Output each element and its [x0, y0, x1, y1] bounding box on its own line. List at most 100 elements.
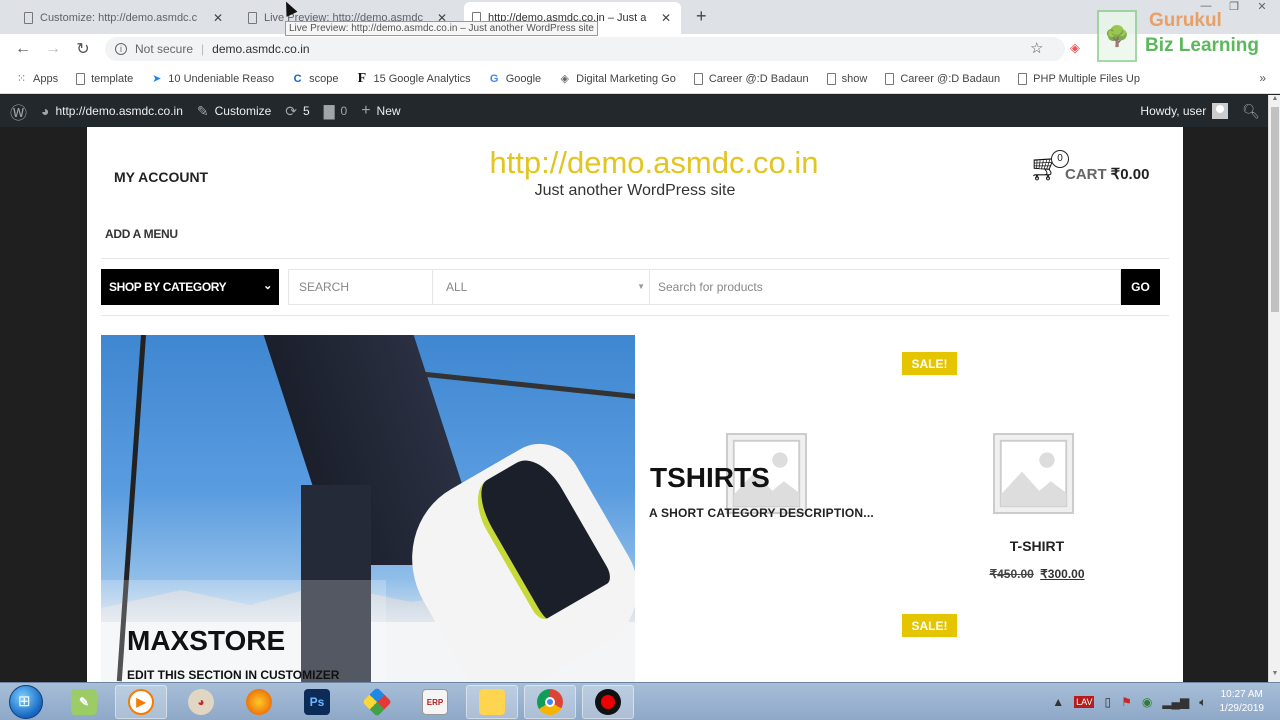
sale-badge: SALE!	[902, 352, 957, 375]
comments-count: 0	[340, 104, 348, 118]
bookmark-label: Career @:D Badaun	[708, 72, 809, 85]
howdy-user-link[interactable]: Howdy, user	[1140, 104, 1206, 118]
address-bar[interactable]: i Not secure | demo.asmdc.co.in	[105, 37, 1065, 61]
watermark: 🌳 Gurukul Biz Learning	[1097, 10, 1259, 62]
bookmarks-bar: ⁙ Apps template ➤ 10 Undeniable Reaso Csco…	[0, 64, 1280, 94]
bookmark-career-1[interactable]: Career @:D Badaun	[693, 72, 809, 85]
taskbar-app-launcher[interactable]	[351, 685, 403, 719]
photoshop-icon: Ps	[304, 689, 330, 715]
url-text[interactable]: demo.asmdc.co.in	[212, 42, 309, 56]
updates-link[interactable]: ⟳ 5	[278, 103, 316, 120]
scrollbar-thumb[interactable]	[1271, 107, 1279, 312]
customize-link[interactable]: ✎ Customize	[190, 103, 278, 120]
tab-customize[interactable]: Customize: http://demo.asmdc.c ✕	[16, 2, 233, 34]
bookmark-undeniable[interactable]: ➤ 10 Undeniable Reaso	[151, 73, 274, 85]
product-image-placeholder[interactable]	[993, 433, 1074, 514]
info-icon[interactable]: i	[115, 43, 127, 55]
start-button[interactable]: ⊞	[9, 685, 43, 719]
cart-label: CART	[1065, 165, 1107, 183]
page-icon	[24, 12, 33, 24]
taskbar-media-player[interactable]: ▶	[115, 685, 167, 719]
site-name-link[interactable]: ◕ http://demo.asmdc.co.in	[34, 103, 190, 119]
hero-subtitle: EDIT THIS SECTION IN CUSTOMIZER	[127, 668, 340, 682]
taskbar-notepad[interactable]: ✎	[58, 685, 110, 719]
bookmark-label: Career @:D Badaun	[900, 72, 1001, 85]
close-tab-icon[interactable]: ✕	[213, 11, 223, 25]
volume-icon[interactable]: 🔈︎	[1199, 695, 1206, 710]
bookmark-star-icon[interactable]: ☆	[1030, 39, 1043, 57]
category-title[interactable]: TSHIRTS	[650, 462, 770, 494]
shop-by-category-dropdown[interactable]: SHOP BY CATEGORY ⌄	[101, 269, 279, 305]
sale-price: ₹300.00	[1040, 567, 1085, 581]
go-button[interactable]: GO	[1121, 269, 1160, 305]
product-search-form: SEARCH ALL ▼	[288, 269, 1121, 305]
comments-link[interactable]: ▇ 0	[317, 103, 354, 120]
search-input[interactable]	[650, 270, 1120, 304]
bookmark-digital-marketing[interactable]: ◈ Digital Marketing Go	[559, 73, 675, 85]
screen: Customize: http://demo.asmdc.c ✕ Live Pr…	[0, 0, 1280, 720]
show-hidden-icons-arrow-icon[interactable]: ▲	[1052, 695, 1064, 709]
more-bookmarks-button[interactable]: »	[1259, 71, 1266, 85]
back-arrow-icon[interactable]: ←	[8, 40, 38, 58]
bookmark-google[interactable]: G Google	[489, 73, 541, 85]
taskbar-photoshop[interactable]: Ps	[291, 685, 343, 719]
bookmark-career-2[interactable]: Career @:D Badaun	[885, 72, 1001, 85]
paint-palette-icon: ◕	[188, 689, 214, 715]
bookmark-label: Google	[505, 72, 542, 85]
hero-banner[interactable]: MAXSTORE EDIT THIS SECTION IN CUSTOMIZER	[101, 335, 635, 682]
extension-icon[interactable]: ◈	[1070, 40, 1080, 56]
taskbar-tally[interactable]: ERP	[409, 685, 461, 719]
site-name-label: http://demo.asmdc.co.in	[55, 104, 183, 118]
taskbar-paint[interactable]: ◕	[175, 685, 227, 719]
bookmark-scope[interactable]: Cscope	[292, 73, 339, 85]
bookmark-analytics[interactable]: F 15 Google Analytics	[356, 71, 471, 85]
browser-toolbar: ← → ↻ i Not secure | demo.asmdc.co.in ☆ …	[0, 34, 1280, 64]
sale-badge: SALE!	[902, 614, 957, 637]
close-tab-icon[interactable]: ✕	[661, 11, 671, 25]
new-tab-button[interactable]: +	[696, 6, 707, 27]
avatar[interactable]	[1212, 103, 1229, 119]
category-description: A SHORT CATEGORY DESCRIPTION...	[649, 506, 874, 520]
browser-tab-strip: Customize: http://demo.asmdc.c ✕ Live Pr…	[0, 0, 1280, 34]
page-icon	[248, 12, 257, 24]
network-signal-icon[interactable]: ▂▄▆	[1162, 695, 1189, 709]
site-title[interactable]: http://demo.asmdc.co.in	[87, 145, 1183, 181]
brush-icon: ✎	[196, 102, 209, 119]
firefox-icon	[246, 689, 272, 715]
admin-bar-secondary: Howdy, user 🔍︎	[1140, 95, 1260, 127]
restore-icon[interactable]: ❐	[1226, 0, 1242, 13]
bookmark-php[interactable]: PHP Multiple Files Up	[1018, 72, 1140, 85]
search-icon[interactable]: 🔍︎	[1242, 103, 1260, 120]
taskbar-file-explorer[interactable]	[466, 685, 518, 719]
antivirus-icon[interactable]: LAV	[1074, 696, 1095, 708]
bookmark-show[interactable]: show	[826, 72, 867, 85]
scroll-up-arrow-icon[interactable]: ▲	[1269, 95, 1280, 107]
watermark-line1: Gurukul	[1149, 10, 1222, 31]
wp-logo-button[interactable]: Ⓦ	[0, 99, 34, 124]
reload-icon[interactable]: ↻	[68, 39, 98, 59]
product-name[interactable]: T-SHIRT	[967, 538, 1107, 554]
taskbar-recorder[interactable]	[582, 685, 634, 719]
forward-arrow-icon[interactable]: →	[38, 40, 68, 58]
battery-icon[interactable]: ▯	[1104, 695, 1111, 709]
bookmark-template[interactable]: template	[76, 72, 133, 85]
bookmark-label: 10 Undeniable Reaso	[168, 72, 275, 85]
taskbar-firefox[interactable]	[233, 685, 285, 719]
taskbar-chrome[interactable]	[524, 685, 576, 719]
close-window-icon[interactable]: ✕	[1254, 0, 1270, 13]
page-scrollbar[interactable]: ▲ ▼	[1268, 95, 1280, 682]
download-manager-icon[interactable]: ◉	[1142, 695, 1152, 709]
page-icon	[693, 72, 703, 85]
category-select[interactable]: ALL ▼	[433, 270, 650, 304]
cart-link[interactable]: 🛒︎ 0 CART ₹0.00	[1029, 149, 1149, 183]
add-menu-link[interactable]: ADD A MENU	[105, 227, 178, 241]
tally-erp-icon: ERP	[422, 689, 448, 715]
bookmark-apps[interactable]: ⁙ Apps	[16, 73, 58, 85]
new-content-link[interactable]: + New	[354, 102, 407, 120]
category-select-value: ALL	[446, 280, 468, 294]
system-clock[interactable]: 10:27 AM 1/29/2019	[1220, 688, 1265, 716]
select-arrow-icon: ▼	[637, 282, 645, 291]
action-center-flag-icon[interactable]: ⚑	[1121, 695, 1132, 709]
scroll-down-arrow-icon[interactable]: ▼	[1269, 670, 1280, 682]
cart-icon: 🛒︎ 0	[1029, 149, 1069, 183]
